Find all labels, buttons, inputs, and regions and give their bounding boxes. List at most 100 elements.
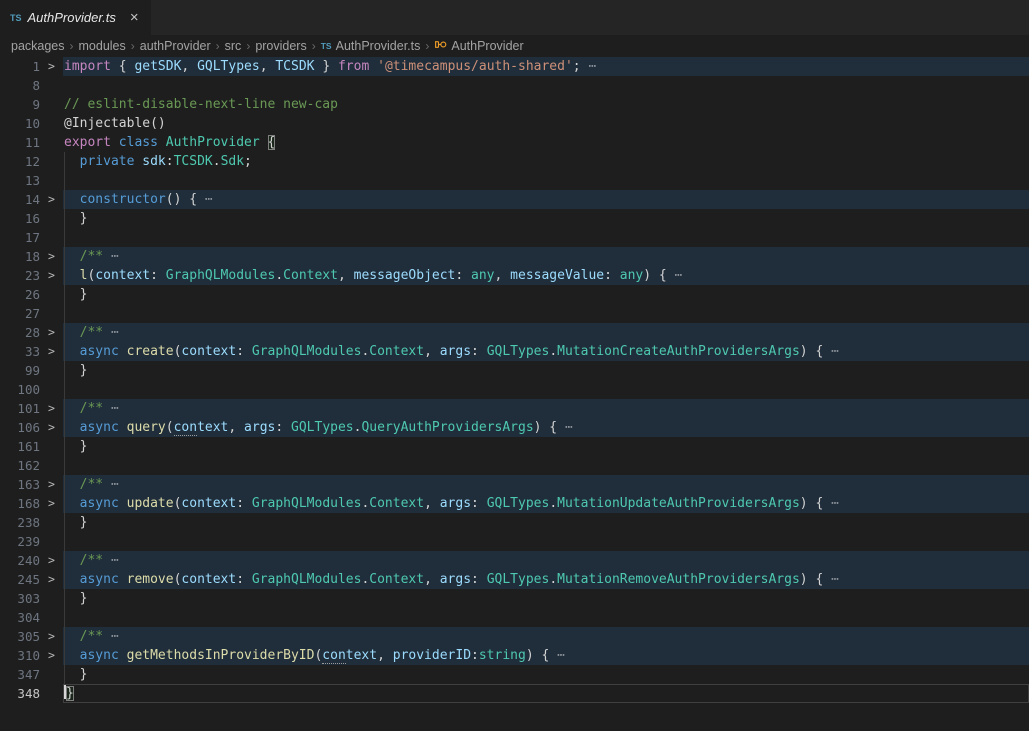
folded-code-placeholder[interactable]: ⋯ xyxy=(831,344,839,359)
code-line-content[interactable] xyxy=(63,228,1029,247)
fold-chevron-icon[interactable]: > xyxy=(40,570,63,589)
tab-authprovider-ts[interactable]: TS AuthProvider.ts × xyxy=(0,0,151,35)
breadcrumb-item-authprovider[interactable]: authProvider xyxy=(140,39,211,53)
folded-code-placeholder[interactable]: ⋯ xyxy=(111,325,119,340)
folded-code-placeholder[interactable]: ⋯ xyxy=(111,401,119,416)
close-icon[interactable]: × xyxy=(130,10,139,25)
fold-chevron-icon[interactable]: > xyxy=(40,266,63,285)
code-line-content[interactable]: import { getSDK, GQLTypes, TCSDK } from … xyxy=(63,57,1029,76)
line-number: 238 xyxy=(0,513,40,532)
fold-chevron-icon[interactable]: > xyxy=(40,646,63,665)
code-token: : xyxy=(150,268,166,283)
code-token: ) { xyxy=(526,648,557,663)
code-token: GraphQLModules xyxy=(252,572,362,587)
code-line-content[interactable]: async query(context, args: GQLTypes.Quer… xyxy=(63,418,1029,437)
line-number: 16 xyxy=(0,209,40,228)
breadcrumb-item-providers[interactable]: providers xyxy=(255,39,306,53)
code-line-content[interactable]: async remove(context: GraphQLModules.Con… xyxy=(63,570,1029,589)
folded-code-placeholder[interactable]: ⋯ xyxy=(111,249,119,264)
code-line-content[interactable]: async create(context: GraphQLModules.Con… xyxy=(63,342,1029,361)
folded-code-placeholder[interactable]: ⋯ xyxy=(111,477,119,492)
code-editor[interactable]: 1>import { getSDK, GQLTypes, TCSDK } fro… xyxy=(0,57,1029,703)
code-line-content[interactable]: l(context: GraphQLModules.Context, messa… xyxy=(63,266,1029,285)
code-line-content[interactable]: async getMethodsInProviderByID(context, … xyxy=(63,646,1029,665)
code-line-content[interactable] xyxy=(63,380,1029,399)
code-line-content[interactable]: private sdk:TCSDK.Sdk; xyxy=(63,152,1029,171)
fold-chevron-icon[interactable]: > xyxy=(40,247,63,266)
folded-code-placeholder[interactable]: ⋯ xyxy=(111,553,119,568)
code-line-content[interactable]: /** ⋯ xyxy=(63,247,1029,266)
code-line: 162 xyxy=(0,456,1029,475)
code-token: GQLTypes xyxy=(487,344,550,359)
code-line-content[interactable] xyxy=(63,304,1029,323)
folded-code-placeholder[interactable]: ⋯ xyxy=(831,496,839,511)
breadcrumb-separator-icon: › xyxy=(131,39,135,53)
code-line-content[interactable]: } xyxy=(63,665,1029,684)
line-number: 33 xyxy=(0,342,40,361)
code-line-content[interactable]: } xyxy=(63,361,1029,380)
breadcrumb-label: packages xyxy=(11,39,65,53)
code-line-content[interactable] xyxy=(63,456,1029,475)
fold-chevron-icon[interactable]: > xyxy=(40,190,63,209)
code-line-content[interactable]: } xyxy=(63,513,1029,532)
gutter-spacer xyxy=(40,437,63,456)
fold-chevron-icon[interactable]: > xyxy=(40,323,63,342)
folded-code-placeholder[interactable]: ⋯ xyxy=(205,192,213,207)
code-token: args xyxy=(440,344,471,359)
breadcrumb-item-authprovider-ts[interactable]: TSAuthProvider.ts xyxy=(321,39,421,53)
code-token: from xyxy=(338,59,369,74)
folded-code-placeholder[interactable]: ⋯ xyxy=(588,59,596,74)
fold-chevron-icon[interactable]: > xyxy=(40,418,63,437)
folded-code-placeholder[interactable]: ⋯ xyxy=(675,268,683,283)
code-line: 347 } xyxy=(0,665,1029,684)
code-line-content[interactable]: } xyxy=(63,209,1029,228)
code-line-content[interactable]: /** ⋯ xyxy=(63,323,1029,342)
code-line: 28> /** ⋯ xyxy=(0,323,1029,342)
code-line-content[interactable]: /** ⋯ xyxy=(63,627,1029,646)
fold-chevron-icon[interactable]: > xyxy=(40,551,63,570)
fold-chevron-icon[interactable]: > xyxy=(40,57,63,76)
code-line: 26 } xyxy=(0,285,1029,304)
fold-chevron-icon[interactable]: > xyxy=(40,399,63,418)
code-token: . xyxy=(549,344,557,359)
code-line-content[interactable] xyxy=(63,171,1029,190)
code-token: getSDK xyxy=(134,59,181,74)
breadcrumb-item-src[interactable]: src xyxy=(225,39,242,53)
code-token: /** xyxy=(80,629,111,644)
line-number: 348 xyxy=(0,684,40,703)
code-line-content[interactable]: } xyxy=(63,437,1029,456)
code-token: } xyxy=(64,515,87,530)
folded-code-placeholder[interactable]: ⋯ xyxy=(565,420,573,435)
code-line-content[interactable] xyxy=(63,76,1029,95)
code-line-content[interactable]: } xyxy=(63,589,1029,608)
code-line-content[interactable]: /** ⋯ xyxy=(63,399,1029,418)
folded-code-placeholder[interactable]: ⋯ xyxy=(557,648,565,663)
code-token: con xyxy=(322,648,345,664)
code-token: . xyxy=(275,268,283,283)
fold-chevron-icon[interactable]: > xyxy=(40,342,63,361)
code-token: Context xyxy=(369,344,424,359)
breadcrumb-item-authprovider[interactable]: AuthProvider xyxy=(434,38,523,54)
folded-code-placeholder[interactable]: ⋯ xyxy=(831,572,839,587)
code-token: , xyxy=(424,496,440,511)
folded-code-placeholder[interactable]: ⋯ xyxy=(111,629,119,644)
code-line-content[interactable] xyxy=(63,532,1029,551)
fold-chevron-icon[interactable]: > xyxy=(40,494,63,513)
code-line-content[interactable]: async update(context: GraphQLModules.Con… xyxy=(63,494,1029,513)
fold-chevron-icon[interactable]: > xyxy=(40,475,63,494)
breadcrumb-item-modules[interactable]: modules xyxy=(79,39,126,53)
code-line-content[interactable]: /** ⋯ xyxy=(63,475,1029,494)
code-line-content[interactable]: @Injectable() xyxy=(63,114,1029,133)
code-line-content[interactable]: } xyxy=(63,684,1029,703)
code-line-content[interactable] xyxy=(63,608,1029,627)
code-token xyxy=(64,154,80,169)
code-line-content[interactable]: /** ⋯ xyxy=(63,551,1029,570)
code-line-content[interactable]: constructor() { ⋯ xyxy=(63,190,1029,209)
code-line-content[interactable]: // eslint-disable-next-line new-cap xyxy=(63,95,1029,114)
code-line-content[interactable]: } xyxy=(63,285,1029,304)
fold-chevron-icon[interactable]: > xyxy=(40,627,63,646)
breadcrumb-item-packages[interactable]: packages xyxy=(11,39,65,53)
line-number: 10 xyxy=(0,114,40,133)
code-line-content[interactable]: export class AuthProvider { xyxy=(63,133,1029,152)
code-token: ) { xyxy=(800,496,831,511)
